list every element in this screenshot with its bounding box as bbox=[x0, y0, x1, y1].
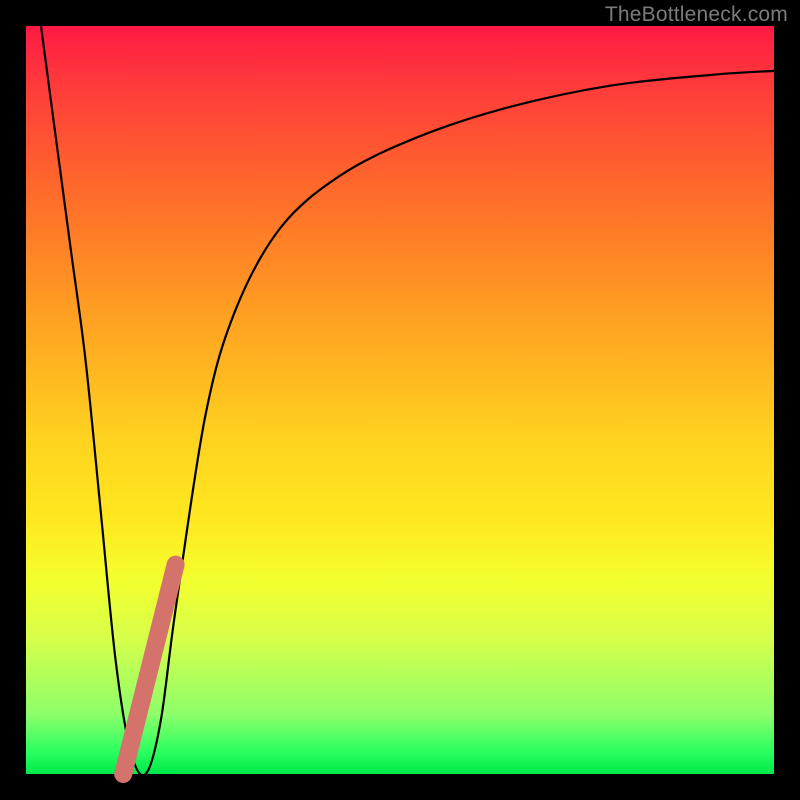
plot-area bbox=[26, 26, 774, 774]
chart-frame: TheBottleneck.com bbox=[0, 0, 800, 800]
chart-svg bbox=[26, 26, 774, 774]
watermark-text: TheBottleneck.com bbox=[605, 3, 788, 27]
